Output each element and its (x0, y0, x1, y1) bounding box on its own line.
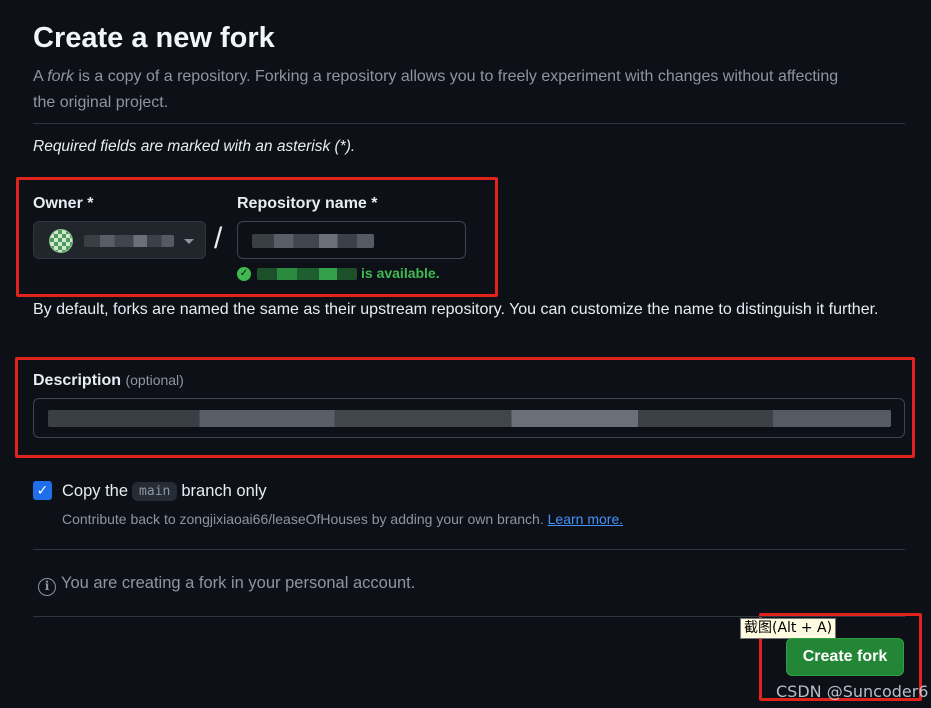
copy-label-start: Copy the (62, 482, 129, 500)
csdn-watermark: CSDN @Suncoder6 (776, 682, 929, 701)
copy-main-branch-checkbox[interactable]: ✓ (33, 481, 52, 500)
intro-text-start: A (33, 68, 48, 85)
info-text: You are creating a fork in your personal… (61, 574, 416, 592)
contribute-note: Contribute back to zongjixiaoai66/leaseO… (62, 511, 623, 527)
owner-name-redacted (84, 235, 174, 247)
description-input[interactable] (33, 398, 905, 438)
fork-name-hint: By default, forks are named the same as … (33, 301, 879, 318)
screenshot-tooltip: 截图(Alt + A) (740, 618, 837, 639)
header-divider (33, 123, 905, 124)
owner-repo-separator: / (214, 222, 223, 255)
chevron-down-icon (184, 239, 194, 244)
create-fork-button[interactable]: Create fork (786, 638, 904, 676)
availability-text: is available. (361, 265, 440, 281)
branch-name-code: main (132, 482, 178, 501)
contribute-text: Contribute back to zongjixiaoai66/leaseO… (62, 511, 544, 527)
repository-name-label: Repository name * (237, 195, 378, 212)
owner-select[interactable] (33, 221, 206, 259)
page-title: Create a new fork (33, 22, 275, 54)
repository-name-redacted (252, 234, 374, 248)
intro-fork-emphasis: fork (47, 68, 74, 85)
owner-avatar (49, 229, 73, 253)
page-intro: A fork is a copy of a repository. Forkin… (33, 64, 863, 116)
required-fields-note: Required fields are marked with an aster… (33, 138, 356, 155)
checkmark-icon: ✓ (36, 482, 49, 498)
footer-divider (33, 616, 905, 617)
section-divider (33, 549, 905, 550)
learn-more-link[interactable]: Learn more. (548, 511, 623, 527)
check-circle-icon: ✓ (237, 267, 251, 281)
intro-text-end: is a copy of a repository. Forking a rep… (33, 68, 839, 111)
copy-main-branch-label[interactable]: Copy the main branch only (62, 482, 267, 501)
description-redacted (48, 410, 891, 427)
available-name-redacted (257, 268, 357, 280)
info-icon: i (38, 578, 56, 596)
copy-label-end: branch only (181, 482, 267, 500)
description-label: Description (optional) (33, 372, 184, 390)
description-label-text: Description (33, 372, 122, 389)
description-optional-tag: (optional) (125, 372, 184, 388)
repository-name-input[interactable] (237, 221, 466, 259)
owner-label: Owner * (33, 195, 94, 212)
personal-account-info: i You are creating a fork in your persona… (38, 574, 415, 596)
